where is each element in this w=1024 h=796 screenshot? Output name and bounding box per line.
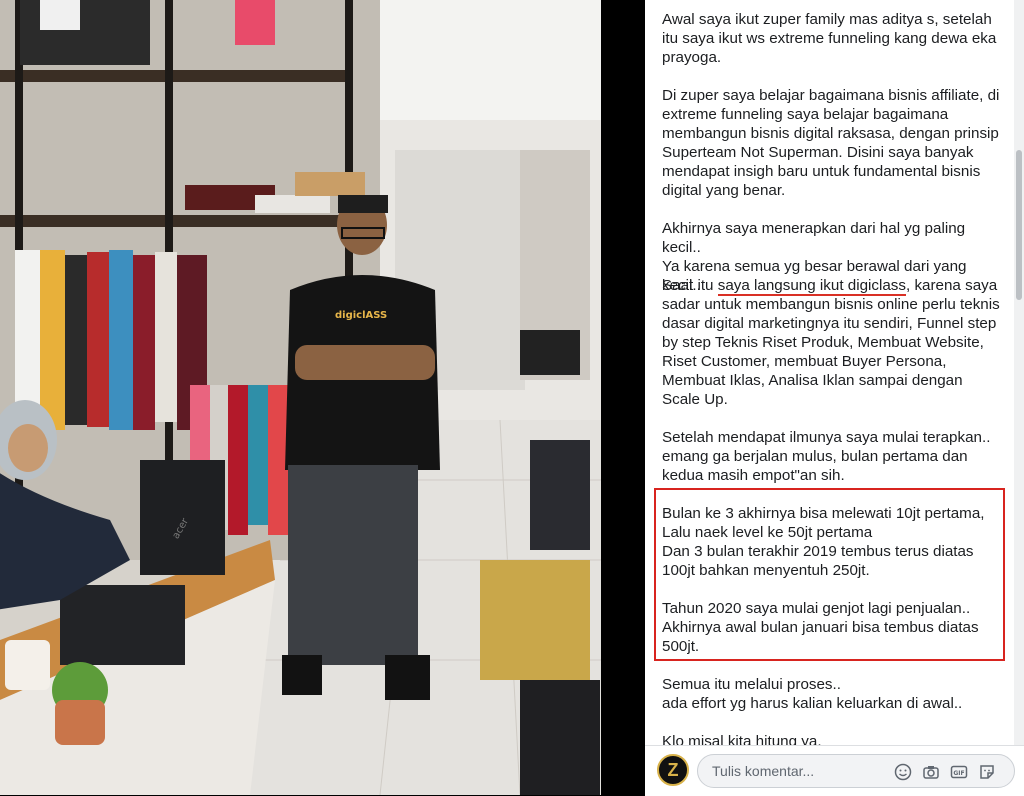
post-paragraph-9: Klo misal kita hitung ya, — [662, 733, 822, 745]
post-paragraph-7: Tahun 2020 saya mulai genjot lagi penjua… — [662, 600, 979, 655]
scrollbar-thumb[interactable] — [1016, 150, 1022, 300]
paragraph-4-before: Saat itu — [662, 277, 718, 294]
scrollbar[interactable] — [1014, 0, 1024, 745]
post-body: Awal saya ikut zuper family mas aditya s… — [645, 0, 1010, 745]
highlighted-phrase: saya langsung ikut digiclass — [717, 277, 906, 296]
avatar[interactable]: Z — [657, 754, 689, 786]
post-paragraph-2: Di zuper saya belajar bagaimana bisnis a… — [662, 87, 1004, 199]
gif-icon[interactable]: GIF — [950, 763, 968, 781]
sticker-icon[interactable] — [978, 763, 996, 781]
comment-bar: Z Tulis komentar... GIF — [645, 745, 1024, 796]
comment-placeholder: Tulis komentar... — [712, 763, 815, 779]
post-paragraph-4: Saat itu saya langsung ikut digiclass, k… — [662, 276, 1002, 409]
post-paragraph-1: Awal saya ikut zuper family mas aditya s… — [662, 11, 1001, 66]
post-paragraph-8: Semua itu melalui proses.. ada effort yg… — [662, 676, 963, 712]
shirt-logo-text: digiclASS — [335, 310, 387, 321]
post-photo[interactable]: digiclASS acer — [0, 0, 601, 795]
comment-input[interactable]: Tulis komentar... GIF — [697, 754, 1015, 788]
camera-icon[interactable] — [922, 763, 940, 781]
emoji-icon[interactable] — [894, 763, 912, 781]
post-paragraph-6: Bulan ke 3 akhirnya bisa melewati 10jt p… — [662, 505, 985, 579]
post-text-panel: Awal saya ikut zuper family mas aditya s… — [645, 0, 1024, 795]
post-paragraph-5: Setelah mendapat ilmunya saya mulai tera… — [662, 429, 991, 484]
svg-text:GIF: GIF — [953, 770, 964, 777]
shop-photo-illustration: digiclASS acer — [0, 0, 601, 795]
paragraph-4-after: , karena saya sadar untuk membangun bisn… — [662, 277, 1004, 408]
